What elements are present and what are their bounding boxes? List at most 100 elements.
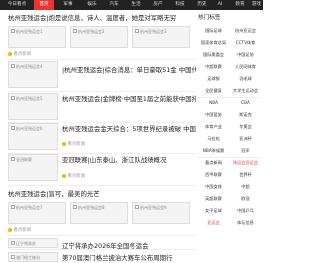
sidebar-tag[interactable]: NBA [198,100,229,105]
divider [198,157,261,158]
source-avatar-icon [62,142,66,146]
nav-tab-11[interactable]: 游戏 [250,0,263,10]
article-title-7[interactable]: 第70届澳门格兰披治大赛车公布周期行 [62,253,172,262]
sidebar-tag[interactable]: 中超联赛 [198,64,229,70]
nav-tab-4[interactable]: 汽车 [104,0,124,10]
sidebar-tag[interactable]: 中国篮协 [198,112,229,118]
sidebar-tag[interactable]: 中国足协 [230,52,261,58]
thumbnail-alt-text: 杭州亚残运会5 [16,96,43,101]
sidebar-tag[interactable]: 体坛信息 [230,220,261,226]
sidebar-tag[interactable]: 冬奥会 [230,124,261,130]
broken-image-icon [72,205,77,209]
sidebar-tag[interactable]: 国际足球 [198,28,229,34]
sidebar-tag[interactable]: 杭州亚运会 [230,28,261,34]
top-nav: 今日看点 首页 军事 娱乐 汽车 生活 房产 科技 历史 AI 教育 游戏 [0,0,263,10]
article-thumbnail[interactable]: 杭州亚残运会9 [132,202,190,224]
article-thumbnail[interactable]: 杭州亚残运会3 [132,26,190,48]
sidebar-tag[interactable]: 大学生运动会 [230,88,261,94]
nav-tab-8[interactable]: 历史 [192,0,212,10]
article-thumbnail[interactable]: 杭州亚残运会8 [70,202,128,224]
sidebar-tag[interactable]: NBA季候赛 [198,148,229,154]
nav-tab-9[interactable]: AI [212,0,228,10]
article-thumbnail[interactable]: 亚冠联赛 [8,154,58,181]
broken-image-icon [10,29,15,33]
sidebar-tag[interactable]: 体育产业 [198,124,229,130]
sidebar-tag[interactable]: 英超联赛 [198,196,229,202]
sidebar-tag[interactable]: 亚洲杯 [230,136,261,142]
source-label: 看点新闻 [67,174,86,179]
divider [8,235,196,236]
nav-tab-6[interactable]: 房产 [148,0,168,10]
nav-tab-3[interactable]: 娱乐 [82,0,102,10]
sidebar-tag[interactable]: 羽毛球 [230,76,261,82]
source-avatar-icon [62,174,66,178]
source-avatar-icon [8,228,12,232]
thumbnail-alt-text: 杭州亚残运会1 [16,29,43,34]
sidebar-tag[interactable]: 残运会亚运会 [230,160,261,166]
broken-image-icon [134,205,139,209]
sidebar-tag[interactable]: 国家体育总局 [198,40,229,46]
broken-image-icon [10,157,15,161]
nav-tab-5[interactable]: 生活 [126,0,146,10]
sidebar-tag[interactable]: 全民健身 [198,88,229,94]
broken-image-icon [10,205,15,209]
article-thumbnail[interactable]: 杭州亚残运会2 [70,26,128,48]
nav-tab-1[interactable]: 首页 [34,0,54,10]
sidebar-tag[interactable]: 冠军 [230,148,261,154]
article-source: 看点新闻 [8,227,31,233]
article-thumbnail[interactable]: 杭州亚残运会5 [8,93,58,120]
thumbnail-alt-text: 杭州亚残运会8 [78,205,105,210]
article-title-5[interactable]: 杭州亚残运会|盲可，最美的光芒 [8,189,100,198]
nav-tab-0[interactable]: 今日看点 [4,0,30,10]
source-label: 看点新闻 [13,52,32,57]
sidebar-tag[interactable]: 足球报 [198,76,229,82]
thumbnail-alt-text: 亚冠联赛 [16,157,32,162]
divider [198,97,261,98]
article-title-3[interactable]: 杭州亚残运会金天综合：5项世界纪录被破 中国队夺51枚金牌 [62,124,196,133]
sidebar-tag[interactable]: CCTV体育 [230,40,261,46]
thumbnail-alt-text: 杭州亚残运会3 [140,29,167,34]
sidebar-tag[interactable]: 国际奥委会 [198,52,229,58]
article-source: 看点新闻 [8,51,31,57]
sidebar-tag[interactable]: 女子足球 [198,208,229,214]
sidebar-tag[interactable]: 欧冠 [230,196,261,202]
nav-tab-2[interactable]: 军事 [58,0,78,10]
article-title-4[interactable]: 亚冠联赛|山东泰山、浙江队战绩概况 [62,155,166,164]
sidebar-tag[interactable]: 斯诺克 [230,112,261,118]
source-label: 看点新闻 [67,142,86,147]
article-thumbnail[interactable]: 杭州亚残运会7 [8,202,66,224]
broken-image-icon [10,126,15,130]
nav-tab-10[interactable]: 教育 [232,0,248,10]
thumbnail-alt-text: 杭州亚残运会7 [16,205,43,210]
broken-image-icon [10,241,15,245]
nav-tab-7[interactable]: 科技 [170,0,190,10]
broken-image-icon [10,96,15,100]
article-thumbnail[interactable]: 杭州亚残运会6 [8,123,58,150]
article-thumbnail[interactable]: 辽宁将承办 [8,238,58,248]
sidebar-tag[interactable]: 西甲联赛 [198,172,229,178]
sidebar-tag[interactable]: 中国乒乓 [230,208,261,214]
thumbnail-alt-text: 辽宁将承办 [16,241,36,246]
sidebar-tag[interactable]: 世界杯 [230,172,261,178]
article-thumbnail[interactable]: 杭州亚残运会1 [8,26,66,48]
article-thumbnail[interactable]: 澳门格兰披治 [8,252,58,262]
thumbnail-alt-text: 杭州亚残运会6 [16,126,43,131]
source-label: 看点新闻 [13,228,32,233]
article-title-2[interactable]: 杭州亚残运会|金牌榜·中国至1届之前能获中国排 [62,94,196,103]
article-title-1[interactable]: |杭州亚残运会|综合消息：单日豪取51金 中国代表团118金“断层”领先 [62,65,196,74]
sidebar-tag[interactable]: 亚运会 [198,220,229,226]
sidebar-title: 热门标签 [198,15,221,21]
divider [8,185,196,186]
sidebar-tag[interactable]: 中超 [230,184,261,190]
sidebar-tag[interactable]: CBA [230,100,261,105]
sidebar-tag[interactable]: 中国女排 [198,184,229,190]
sidebar-tag[interactable]: 看点新闻 [198,160,229,166]
thumbnail-alt-text: 杭州亚残运会2 [78,29,105,34]
article-title-0[interactable]: 杭州亚残运会|炮是说信息，诗人、温度者，她是对军略无穷 [8,13,176,22]
divider [8,249,196,250]
article-thumbnail[interactable]: 杭州亚残运会4 [8,61,58,88]
broken-image-icon [10,255,15,259]
sidebar-tag[interactable]: 人民网体育 [230,64,261,70]
sidebar-tag[interactable]: 马拉松 [198,136,229,142]
article-source: 看点新闻 [62,141,85,147]
